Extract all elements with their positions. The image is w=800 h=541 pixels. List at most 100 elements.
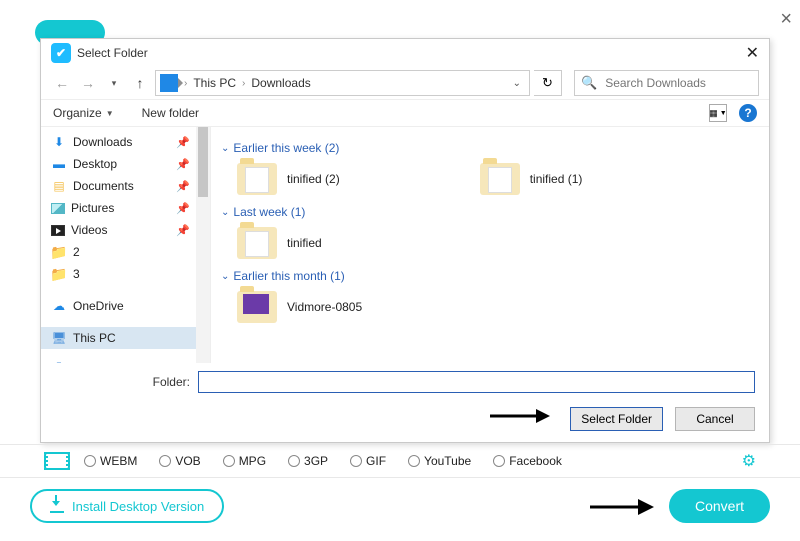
group-header[interactable]: ⌄Earlier this week (2) (221, 141, 757, 155)
install-desktop-button[interactable]: Install Desktop Version (30, 489, 224, 523)
nav-tree: ⬇ Downloads 📌▬ Desktop 📌▤ Documents 📌 Pi… (41, 127, 211, 363)
tree-item-desktop[interactable]: ▬ Desktop 📌 (41, 153, 210, 175)
settings-icon[interactable]: ⚙ (742, 451, 756, 471)
breadcrumb-sep: › (240, 78, 247, 89)
tree-item-onedrive[interactable]: ☁ OneDrive (41, 295, 210, 317)
search-input[interactable] (603, 75, 752, 91)
convert-button[interactable]: Convert (669, 489, 770, 523)
tree-scrollbar[interactable] (196, 127, 210, 363)
install-label: Install Desktop Version (72, 499, 204, 514)
fold-icon: 📁 (51, 244, 67, 260)
search-box[interactable]: 🔍 (574, 70, 759, 96)
format-option-youtube[interactable]: YouTube (408, 454, 471, 468)
desk-icon: ▬ (51, 156, 67, 172)
nav-back-button[interactable]: ← (51, 72, 73, 94)
tree-item-videos[interactable]: Videos 📌 (41, 219, 210, 241)
tree-item-network[interactable]: 🖧 Network (41, 359, 210, 363)
select-folder-button[interactable]: Select Folder (570, 407, 663, 431)
tree-item-documents[interactable]: ▤ Documents 📌 (41, 175, 210, 197)
pic-icon (51, 203, 65, 214)
breadcrumb-downloads[interactable]: Downloads (247, 76, 314, 90)
folder-item[interactable]: tinified (2) (237, 163, 340, 195)
format-option-vob[interactable]: VOB (159, 454, 200, 468)
nav-recent-dropdown[interactable]: ▾ (103, 72, 125, 94)
format-option-mpg[interactable]: MPG (223, 454, 266, 468)
folder-item[interactable]: Vidmore-0805 (237, 291, 362, 323)
format-label: 3GP (304, 454, 328, 468)
group-header[interactable]: ⌄ Earlier this month (1) (221, 269, 757, 283)
chevron-down-icon: ▼ (106, 109, 114, 118)
folder-item[interactable]: tinified (237, 227, 322, 259)
help-button[interactable]: ? (739, 104, 757, 122)
dialog-titlebar: ✔ Select Folder ✕ (41, 39, 769, 67)
folder-field-label: Folder: (55, 375, 190, 389)
pin-icon: 📌 (176, 136, 190, 149)
address-bar[interactable]: › This PC › Downloads ⌄ (155, 70, 530, 96)
format-option-gif[interactable]: GIF (350, 454, 386, 468)
dialog-close-button[interactable]: ✕ (740, 43, 765, 63)
radio-icon (223, 455, 235, 467)
folder-name: Vidmore-0805 (287, 300, 362, 314)
od-icon: ☁ (51, 298, 67, 314)
tree-item-downloads[interactable]: ⬇ Downloads 📌 (41, 131, 210, 153)
folder-item[interactable]: tinified (1) (480, 163, 583, 195)
nav-up-button[interactable]: ↑ (129, 72, 151, 94)
folder-icon (237, 227, 277, 259)
organize-label: Organize (53, 106, 102, 120)
tree-item-label: This PC (73, 331, 116, 345)
view-mode-button[interactable]: ▦▼ (709, 104, 727, 122)
radio-icon (84, 455, 96, 467)
refresh-button[interactable]: ↻ (534, 70, 562, 96)
bg-close-icon[interactable]: × (780, 8, 792, 31)
dialog-title: Select Folder (77, 46, 740, 60)
format-option-3gp[interactable]: 3GP (288, 454, 328, 468)
tree-item-label: Desktop (73, 157, 117, 171)
format-label: MPG (239, 454, 266, 468)
tree-item-label: Downloads (73, 135, 132, 149)
pin-icon: 📌 (176, 180, 190, 193)
format-label: YouTube (424, 454, 471, 468)
select-folder-dialog: ✔ Select Folder ✕ ← → ▾ ↑ › This PC › Do… (40, 38, 770, 443)
folder-name: tinified (2) (287, 172, 340, 186)
download-icon (50, 499, 64, 513)
cancel-button[interactable]: Cancel (675, 407, 755, 431)
format-bar: WEBM VOB MPG 3GP GIF YouTube Facebook ⚙ (0, 444, 800, 478)
chevron-down-icon: ⌄ (221, 271, 229, 282)
pin-icon: 📌 (176, 224, 190, 237)
fold-icon: 📁 (51, 266, 67, 282)
pin-icon: 📌 (176, 158, 190, 171)
nav-forward-button: → (77, 72, 99, 94)
folder-icon (237, 291, 277, 323)
tree-item-label: 2 (73, 245, 80, 259)
radio-icon (493, 455, 505, 467)
tree-item-pictures[interactable]: Pictures 📌 (41, 197, 210, 219)
new-folder-button[interactable]: New folder (142, 106, 199, 120)
vid-icon (51, 225, 65, 236)
radio-icon (408, 455, 420, 467)
group-title: Earlier this month (1) (233, 269, 344, 283)
breadcrumb-thispc[interactable]: This PC (189, 76, 240, 90)
tree-item-2[interactable]: 📁 2 (41, 241, 210, 263)
organize-menu[interactable]: Organize ▼ (53, 106, 114, 120)
address-dropdown[interactable]: ⌄ (509, 78, 525, 89)
tree-item-this-pc[interactable]: 🖥 This PC (41, 327, 210, 349)
tree-item-label: Pictures (71, 201, 114, 215)
radio-icon (350, 455, 362, 467)
format-option-facebook[interactable]: Facebook (493, 454, 562, 468)
folder-input[interactable] (198, 371, 755, 393)
folder-icon (237, 163, 277, 195)
doc-icon: ▤ (51, 178, 67, 194)
format-label: Facebook (509, 454, 562, 468)
group-title: Earlier this week (2) (233, 141, 339, 155)
dialog-footer: Folder: Select Folder Cancel (41, 363, 769, 442)
net-icon: 🖧 (51, 362, 67, 363)
group-title: Last week (1) (233, 205, 305, 219)
radio-icon (159, 455, 171, 467)
group-header[interactable]: ⌄Last week (1) (221, 205, 757, 219)
folder-icon (480, 163, 520, 195)
tree-item-3[interactable]: 📁 3 (41, 263, 210, 285)
tree-item-label: OneDrive (73, 299, 124, 313)
format-option-webm[interactable]: WEBM (84, 454, 137, 468)
nav-row: ← → ▾ ↑ › This PC › Downloads ⌄ ↻ 🔍 (41, 67, 769, 99)
pin-icon: 📌 (176, 202, 190, 215)
